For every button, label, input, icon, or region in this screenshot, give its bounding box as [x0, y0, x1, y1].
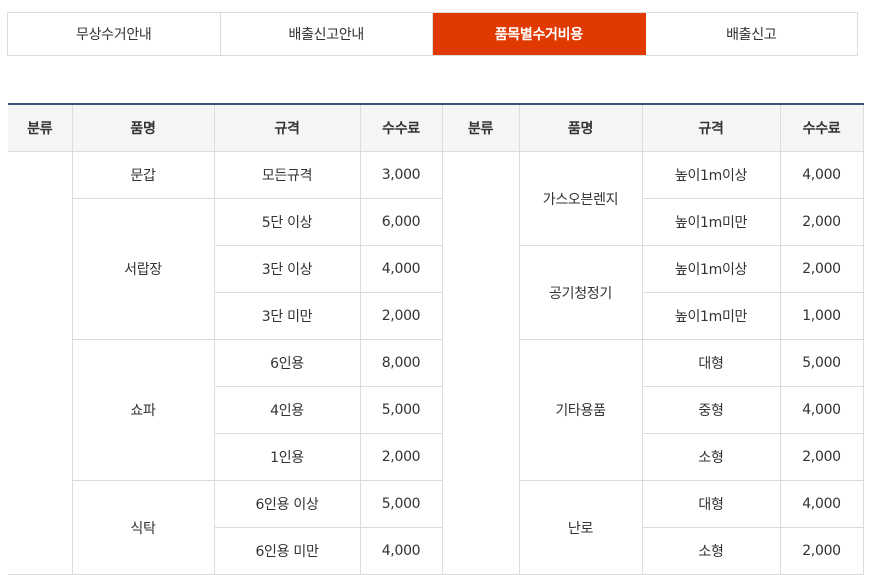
spec-cell: 소형: [641, 527, 781, 575]
category-cell: [8, 151, 73, 575]
spec-cell: 중형: [641, 386, 781, 434]
fee-cell: 4,000: [779, 386, 864, 434]
item-name-cell: 서랍장: [72, 198, 215, 340]
table-row: 쇼파 6인용 8,000 기타용품 대형 5,000: [8, 339, 864, 481]
item-name-cell: 가스오븐렌지: [518, 151, 643, 246]
item-name-cell: 쇼파: [72, 339, 215, 481]
fee-cell: 5,000: [359, 386, 443, 434]
spec-cell: 모든규격: [213, 151, 361, 199]
tab-disposal-report[interactable]: 배출신고: [646, 13, 858, 55]
fee-cell: 1,000: [779, 292, 864, 340]
spec-cell: 1인용: [214, 433, 361, 481]
fee-cell: 5,000: [779, 339, 864, 387]
spec-cell: 높이1m이상: [641, 245, 781, 293]
item-name-cell: 기타용품: [518, 339, 643, 481]
fee-cell: 4,000: [359, 527, 443, 575]
fee-cell: 4,000: [779, 480, 864, 528]
item-name-cell: 공기청정기: [518, 245, 643, 340]
spec-cell: 3단 이상: [214, 245, 361, 293]
item-name-cell: 식탁: [72, 480, 215, 575]
fee-cell: 5,000: [359, 480, 443, 528]
tab-bar: 무상수거안내 배출신고안내 품목별수거비용 배출신고: [7, 12, 858, 56]
tab-item-pickup-cost[interactable]: 품목별수거비용: [433, 13, 646, 55]
table-row: 서랍장 5단 이상 6,000 높이1m미만 2,000: [8, 198, 864, 340]
col-header-category: 분류: [441, 104, 520, 152]
fee-cell: 6,000: [359, 198, 443, 246]
col-header-spec: 규격: [213, 104, 361, 152]
fee-cell: 2,000: [359, 433, 443, 481]
pickup-cost-table: 분류 품명 규격 수수료 분류 품명 규격 수수료 문갑 모든규격 3,000 …: [8, 103, 864, 575]
spec-cell: 5단 이상: [213, 198, 361, 246]
table-row: 문갑 모든규격 3,000 가스오븐렌지 높이1m이상 4,000: [8, 151, 864, 575]
spec-cell: 3단 미만: [214, 292, 361, 340]
spec-cell: 소형: [641, 433, 781, 481]
fee-cell: 2,000: [359, 292, 443, 340]
spec-cell: 6인용: [213, 339, 361, 387]
table-header-row: 분류 품명 규격 수수료 분류 품명 규격 수수료: [8, 104, 864, 152]
spec-cell: 4인용: [214, 386, 361, 434]
col-header-fee: 수수료: [359, 104, 443, 152]
spec-cell: 높이1m미만: [641, 198, 781, 246]
fee-cell: 4,000: [359, 245, 443, 293]
spec-cell: 대형: [641, 480, 781, 528]
table-row: 식탁 6인용 이상 5,000 난로 대형 4,000: [8, 480, 864, 575]
spec-cell: 6인용 미만: [214, 527, 361, 575]
spec-cell: 6인용 이상: [213, 480, 361, 528]
item-name-cell: 문갑: [71, 151, 215, 199]
fee-cell: 4,000: [779, 151, 864, 199]
tab-disposal-report-info[interactable]: 배출신고안내: [221, 13, 433, 55]
fee-cell: 2,000: [779, 527, 864, 575]
fee-cell: 2,000: [779, 433, 864, 481]
col-header-category: 분류: [8, 104, 73, 152]
tab-free-pickup-info[interactable]: 무상수거안내: [8, 13, 221, 55]
spec-cell: 대형: [641, 339, 781, 387]
col-header-spec: 규격: [641, 104, 781, 152]
col-header-item-name: 품명: [71, 104, 215, 152]
fee-cell: 3,000: [359, 151, 443, 199]
category-cell: [441, 151, 520, 575]
fee-cell: 2,000: [779, 198, 864, 246]
col-header-fee: 수수료: [779, 104, 864, 152]
spec-cell: 높이1m미만: [641, 292, 781, 340]
fee-cell: 2,000: [779, 245, 864, 293]
fee-cell: 8,000: [359, 339, 443, 387]
item-name-cell: 난로: [518, 480, 643, 575]
spec-cell: 높이1m이상: [641, 151, 781, 199]
col-header-item-name: 품명: [518, 104, 643, 152]
